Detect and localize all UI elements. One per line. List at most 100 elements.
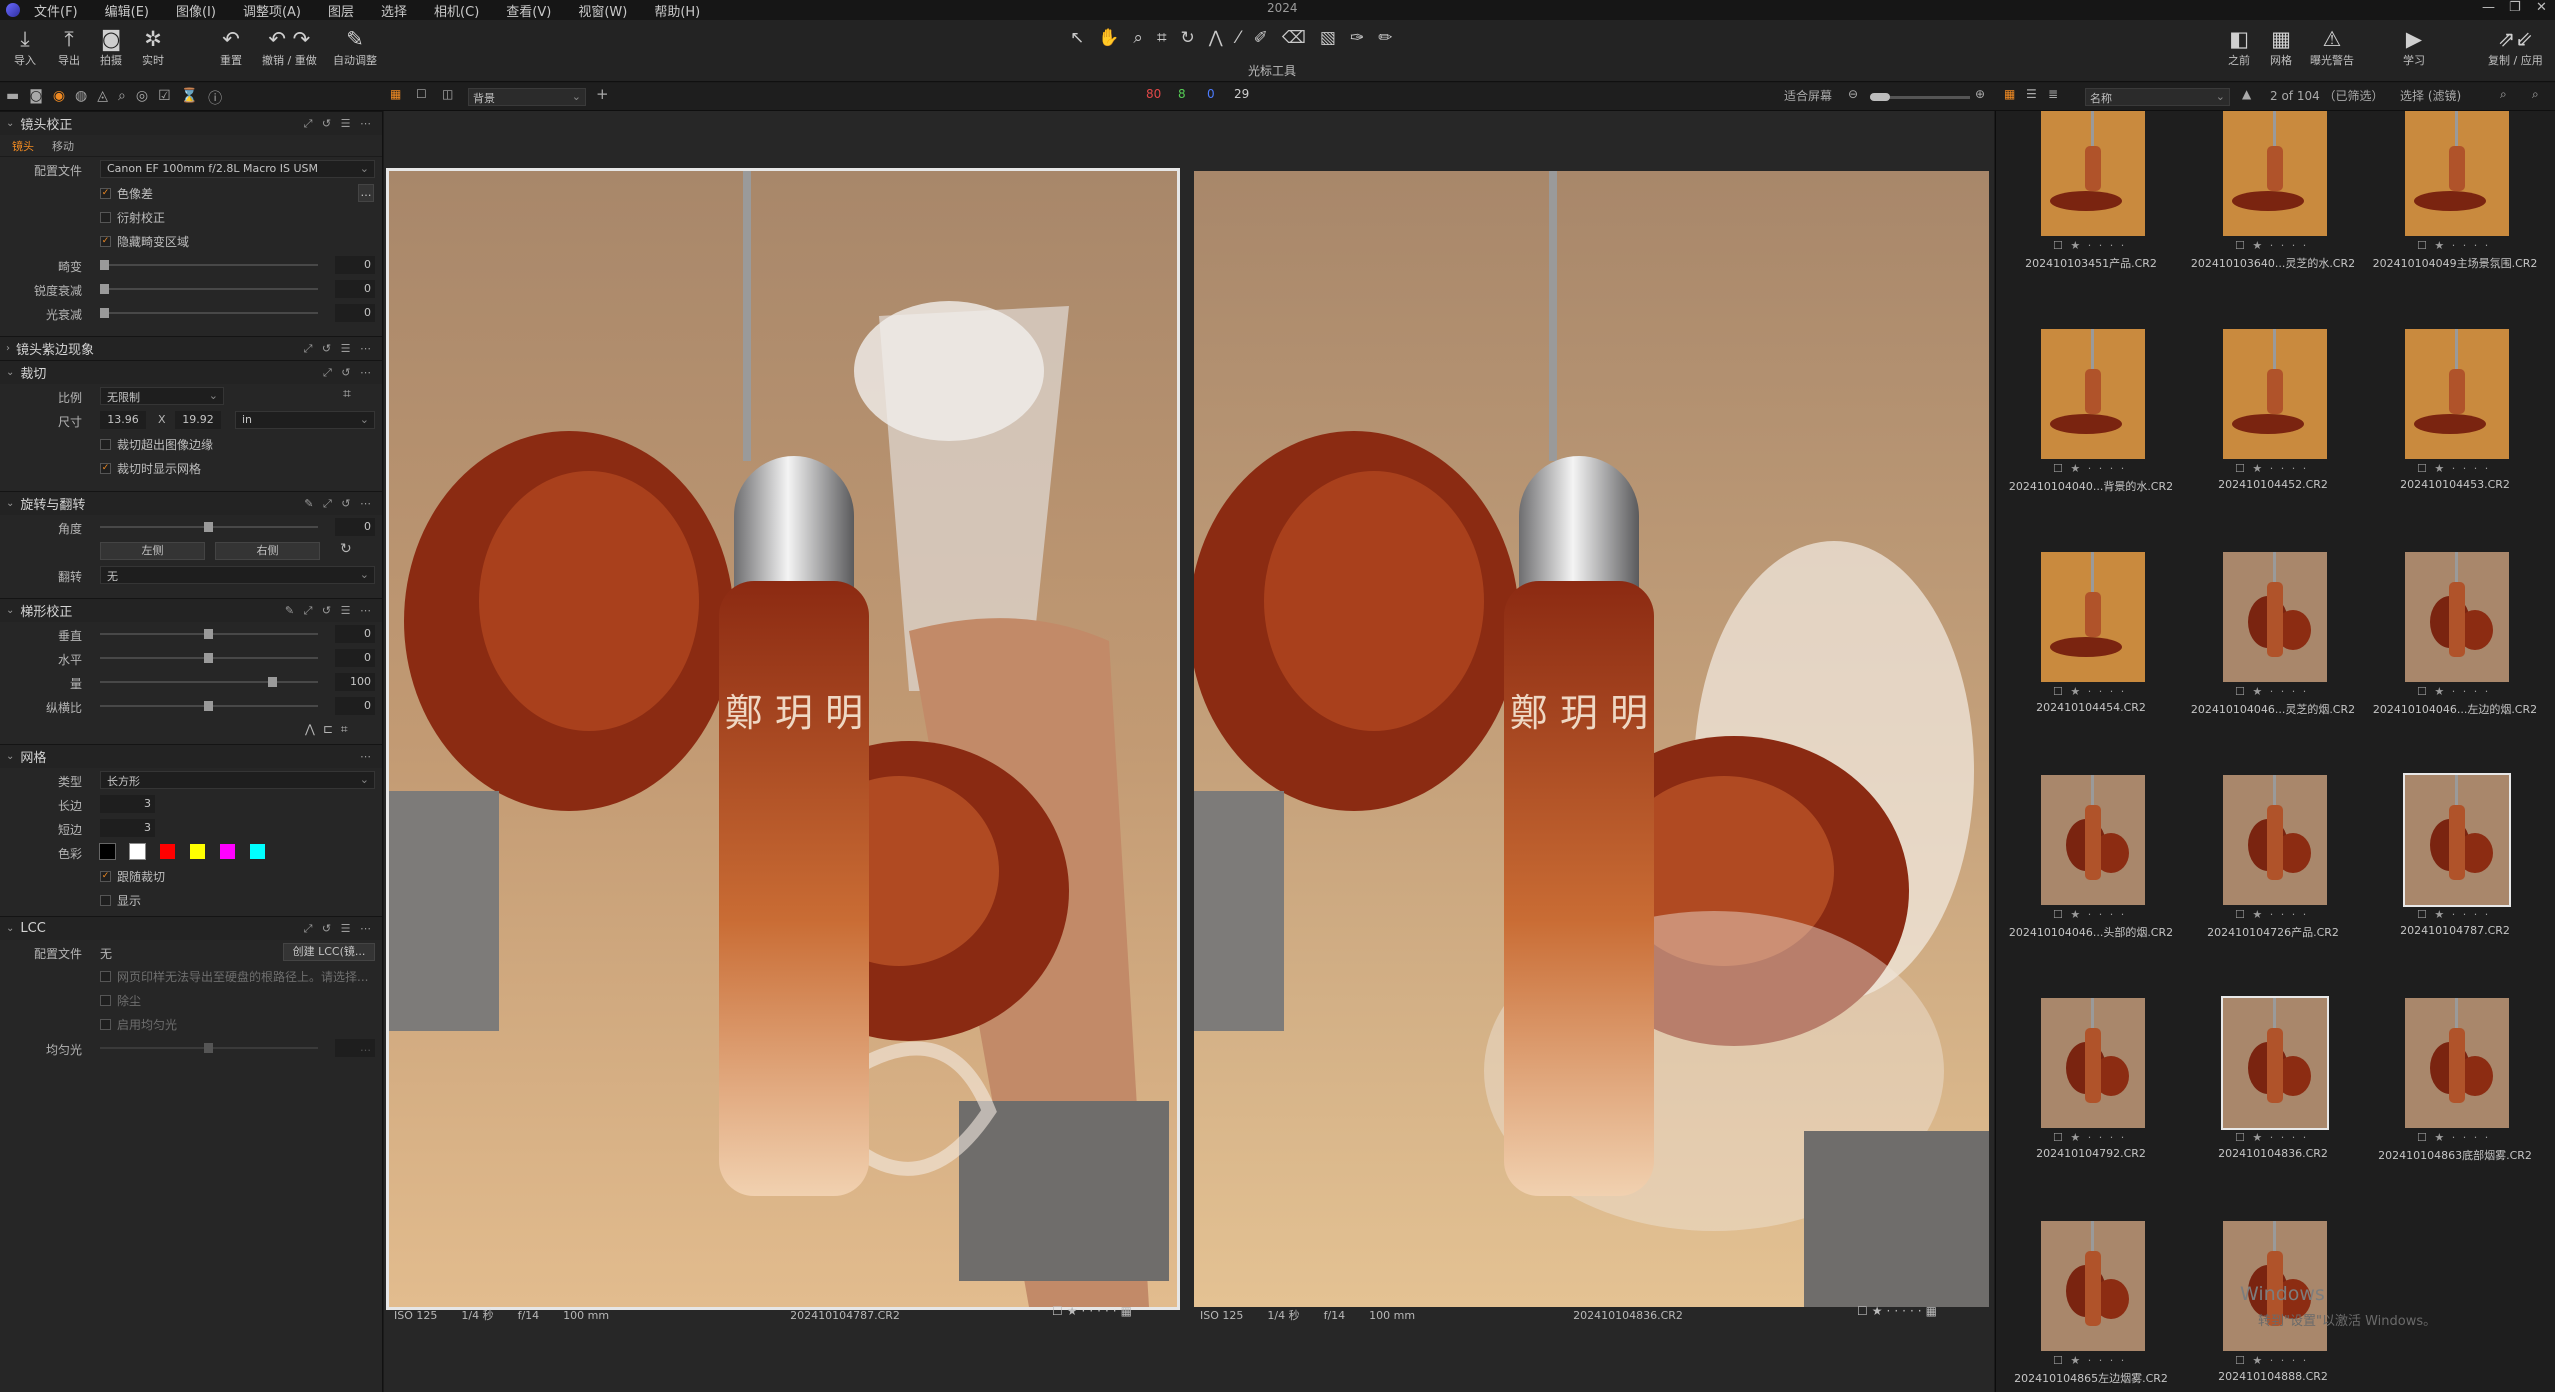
angle-slider[interactable] <box>100 522 318 532</box>
diffraction-checkbox[interactable]: 衍射校正 <box>100 209 165 226</box>
batch-tab-icon[interactable]: ⌛ <box>181 88 198 108</box>
distortion-slider[interactable] <box>100 260 318 270</box>
sharpness-falloff-slider[interactable] <box>100 284 318 294</box>
tab-lens[interactable]: 镜头 <box>12 138 34 154</box>
dust-checkbox[interactable]: 除尘 <box>100 992 141 1009</box>
local-adjust-tab-icon[interactable]: ⌕ <box>118 88 126 108</box>
thumbnail-rating[interactable]: ☐ ★ · · · · <box>2053 1354 2126 1367</box>
light-falloff-slider[interactable] <box>100 308 318 318</box>
crop-outside-checkbox[interactable]: 裁切超出图像边缘 <box>100 436 213 453</box>
menu-window[interactable]: 视窗(W) <box>578 1 627 20</box>
checkbox-icon[interactable]: ☐ <box>1052 1304 1067 1318</box>
aspect-slider[interactable] <box>100 701 318 711</box>
zoom-in-icon[interactable]: ⊕ <box>1975 87 1985 101</box>
color-swatch-magenta[interactable] <box>220 844 235 859</box>
thumbnail-rating[interactable]: ☐ ★ · · · · <box>2417 462 2490 475</box>
viewer-photo-2[interactable]: 鄭 玥 明 <box>1194 171 1989 1307</box>
menu-layers[interactable]: 图层 <box>328 1 354 20</box>
light-falloff-knob[interactable] <box>100 308 109 318</box>
thumbnail-item[interactable]: ☐ ★ · · · · 202410104863底部烟雾.CR2 <box>2370 998 2540 1220</box>
brush-icon[interactable]: ✐ <box>1254 28 1268 48</box>
hide-distortion-checkbox[interactable]: ✓ 隐藏畸变区域 <box>100 233 189 250</box>
thumbnail-rating[interactable]: ☐ ★ · · · · <box>2053 908 2126 921</box>
show-grid-checkbox[interactable]: 显示 <box>100 892 141 909</box>
section-tools-icon[interactable]: ⤢ ↺ ⋯ <box>323 366 374 380</box>
thumbnail-rating[interactable]: ☐ ★ · · · · <box>2417 239 2490 252</box>
add-icon[interactable]: + <box>596 85 609 103</box>
gradient-icon[interactable]: ▧ <box>1320 28 1336 48</box>
uniform-light-slider[interactable] <box>100 1043 318 1053</box>
amount-slider[interactable] <box>100 677 318 687</box>
pan-hand-icon[interactable]: ✋ <box>1098 28 1119 48</box>
grid-short-input[interactable]: 3 <box>100 819 155 837</box>
distortion-value[interactable]: 0 <box>335 256 375 274</box>
uniform-light-checkbox[interactable]: 启用均匀光 <box>100 1016 177 1033</box>
annotate-icon[interactable]: ✏ <box>1378 28 1392 48</box>
section-tools-icon[interactable]: ⤢ ↺ ☰ ⋯ <box>304 342 374 356</box>
aspect-value[interactable]: 0 <box>335 697 375 715</box>
thumbnail-item[interactable]: ☐ ★ · · · · 202410104049主场景氛围.CR2 <box>2370 111 2540 328</box>
thumbnail-rating[interactable]: ☐ ★ · · · · <box>2235 1131 2308 1144</box>
output-tab-icon[interactable]: ☑ <box>158 88 171 108</box>
grid-button[interactable]: ▦ 网格 <box>2270 26 2292 68</box>
export-button[interactable]: ⤒ 导出 <box>58 26 80 68</box>
browser-list-icon[interactable]: ☰ <box>2026 87 2037 101</box>
zoom-slider-thumb[interactable] <box>1870 93 1890 101</box>
more-options-icon[interactable]: … <box>358 184 374 202</box>
thumbnail-rating[interactable]: ☐ ★ · · · · <box>2417 685 2490 698</box>
section-tools-icon[interactable]: ⤢ ↺ ☰ ⋯ <box>304 922 374 936</box>
browser-search-icon[interactable]: ⌕ <box>2500 87 2507 102</box>
distortion-slider-knob[interactable] <box>100 260 109 270</box>
grid-type-select[interactable]: 长方形 ⌄ <box>100 771 375 789</box>
section-tools-icon[interactable]: ⤢ ↺ ☰ ⋯ <box>304 117 374 131</box>
color-swatch-white[interactable] <box>129 843 146 860</box>
single-view-icon[interactable]: ☐ <box>416 87 427 101</box>
background-select[interactable]: 背景 ⌄ <box>468 88 586 106</box>
lens-correction-header[interactable]: ⌄ 镜头校正 ⤢ ↺ ☰ ⋯ <box>0 111 382 135</box>
keystone-icon[interactable]: ⋀ <box>1209 28 1223 48</box>
thumbnail-rating[interactable]: ☐ ★ · · · · <box>2235 685 2308 698</box>
thumbnail-rating[interactable]: ☐ ★ · · · · <box>2235 239 2308 252</box>
vertical-slider[interactable] <box>100 629 318 639</box>
crop-grid-checkbox[interactable]: ✓ 裁切时显示网格 <box>100 460 201 477</box>
thumbnail-rating[interactable]: ☐ ★ · · · · <box>2235 462 2308 475</box>
capture-tab-icon[interactable]: ◙ <box>29 88 43 108</box>
section-tools-icon[interactable]: ⋯ <box>360 750 374 763</box>
before-button[interactable]: ◧ 之前 <box>2228 26 2250 68</box>
aspect-slider-knob[interactable] <box>204 701 213 711</box>
crop-header[interactable]: ⌄ 裁切 ⤢ ↺ ⋯ <box>0 360 382 384</box>
grid-header[interactable]: ⌄ 网格 ⋯ <box>0 744 382 768</box>
menu-file[interactable]: 文件(F) <box>34 1 78 20</box>
keystone-header[interactable]: ⌄ 梯形校正 ✎ ⤢ ↺ ☰ ⋯ <box>0 598 382 622</box>
star-icon[interactable]: ★ <box>1067 1304 1082 1318</box>
uniform-light-value[interactable]: … <box>335 1039 375 1057</box>
thumbnail-item[interactable]: ☐ ★ · · · · 202410104452.CR2 <box>2188 329 2358 551</box>
import-button[interactable]: ⤓ 导入 <box>14 26 36 68</box>
thumbnail-rating[interactable]: ☐ ★ · · · · <box>2053 239 2126 252</box>
menu-image[interactable]: 图像(I) <box>176 1 216 20</box>
thumbnail-item[interactable]: ☐ ★ · · · · 202410104865左边烟雾.CR2 <box>2006 1221 2176 1392</box>
follow-crop-checkbox[interactable]: ✓ 跟随裁切 <box>100 868 165 885</box>
zoom-icon[interactable]: ⌕ <box>1133 28 1143 48</box>
purple-fringe-header[interactable]: › 镜头紫边现象 ⤢ ↺ ☰ ⋯ <box>0 336 382 360</box>
thumbnail-item[interactable]: ☐ ★ · · · · 202410103451产品.CR2 <box>2006 111 2176 328</box>
crop-icon[interactable]: ⌗ <box>1157 28 1167 48</box>
eraser-icon[interactable]: ⌫ <box>1282 28 1306 48</box>
star-icon[interactable]: ★ <box>1872 1304 1887 1318</box>
flip-select[interactable]: 无 ⌄ <box>100 566 375 584</box>
select-cursor-icon[interactable]: ↖ <box>1070 28 1084 48</box>
section-tools-icon[interactable]: ✎ ⤢ ↺ ☰ ⋯ <box>285 604 374 618</box>
menu-adjustments[interactable]: 调整项(A) <box>243 1 301 20</box>
sharpness-falloff-value[interactable]: 0 <box>335 280 375 298</box>
sort-direction-icon[interactable]: ▲ <box>2242 87 2251 101</box>
thumbnail-item[interactable]: ☐ ★ · · · · 202410104454.CR2 <box>2006 552 2176 774</box>
lens-profile-select[interactable]: Canon EF 100mm f/2.8L Macro IS USM ⌄ <box>100 160 375 178</box>
details-tab-icon[interactable]: ◎ <box>136 88 148 108</box>
thumbnail-item[interactable]: ☐ ★ · · · · 202410104046...左边的烟.CR2 <box>2370 552 2540 774</box>
color-swatch-red[interactable] <box>160 844 175 859</box>
thumbnail-item[interactable]: ☐ ★ · · · · 202410104787.CR2 <box>2370 773 2540 997</box>
reset-button[interactable]: ↶ 重置 <box>220 26 242 68</box>
viewer-photo-1[interactable]: 鄭 玥 明 <box>386 168 1180 1310</box>
color-swatch-black[interactable] <box>99 843 116 860</box>
filter-label[interactable]: 选择 (滤镜) <box>2400 87 2461 104</box>
